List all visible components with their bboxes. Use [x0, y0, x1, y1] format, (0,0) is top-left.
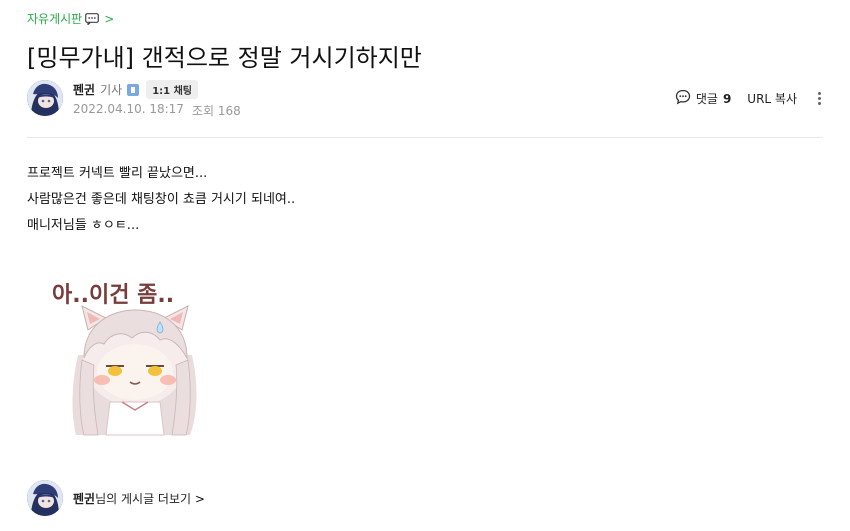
board-name: 자유게시판 — [27, 12, 83, 26]
comments-button[interactable]: 댓글 9 — [675, 89, 731, 108]
author-name[interactable]: 펜귄 — [73, 81, 95, 98]
author-level: 기사 — [100, 83, 123, 97]
one-on-one-chat-button[interactable]: 1:1 채팅 — [146, 80, 198, 99]
more-posts-label: 님의 게시글 더보기 — [95, 491, 192, 506]
author-avatar[interactable] — [27, 80, 63, 116]
post-content: 프로젝트 커넥트 빨리 끝났으면... 사람많은건 좋은데 채팅창이 쵸큼 거시… — [27, 161, 295, 239]
board-breadcrumb-link[interactable]: 자유게시판 > — [27, 10, 114, 27]
comments-count: 9 — [722, 91, 732, 106]
views-label: 조회 — [191, 104, 215, 118]
level-badge-icon — [127, 83, 140, 96]
footer-author-name: 펜귄 — [73, 491, 96, 506]
content-line: 사람많은건 좋은데 채팅창이 쵸큼 거시기 되네여.. — [27, 192, 296, 207]
content-line: 매니저님들 ㅎㅇㅌ... — [27, 218, 140, 233]
sticker-image: 아..이건 좀.. — [40, 270, 240, 440]
comments-label: 댓글 — [695, 92, 718, 106]
author-meta: 펜귄 기사 1:1 채팅 2022.04.10. 18:17 조회 168 — [73, 80, 241, 119]
footer-author-avatar — [27, 480, 63, 516]
comment-bubble-icon — [675, 89, 691, 108]
views-count: 168 — [217, 104, 241, 118]
chevron-right-icon: > — [104, 11, 115, 26]
sticker-text: 아..이건 좀.. — [52, 283, 174, 308]
post-tools: 댓글 9 URL 복사 — [675, 89, 827, 108]
more-posts-link[interactable]: 펜귄님의 게시글 더보기 > — [27, 480, 205, 516]
content-line: 프로젝트 커넥트 빨리 끝났으면... — [27, 166, 208, 181]
more-options-icon[interactable] — [811, 91, 827, 107]
chat-bubble-icon — [85, 12, 100, 26]
url-copy-button[interactable]: URL 복사 — [747, 90, 797, 107]
divider — [27, 137, 823, 138]
chevron-right-icon: > — [194, 491, 205, 506]
author-row: 펜귄 기사 1:1 채팅 2022.04.10. 18:17 조회 168 댓글… — [27, 80, 827, 120]
post-title: [밍무가내] 갠적으로 정말 거시기하지만 — [27, 44, 422, 72]
post-date: 2022.04.10. 18:17 — [73, 102, 184, 116]
